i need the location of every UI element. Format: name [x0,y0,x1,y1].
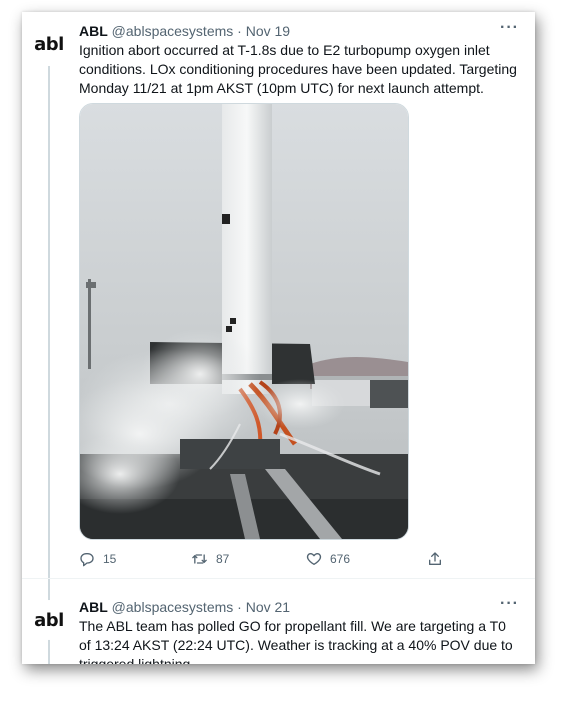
rocket-launch-photo [80,104,408,539]
retweet-icon [191,551,208,567]
share-icon [427,551,443,567]
header-separator: · [237,23,242,39]
author-handle[interactable]: @ablspacesystems [112,599,234,615]
tweet-date[interactable]: Nov 21 [246,599,290,615]
tweet-date[interactable]: Nov 19 [246,23,290,39]
tweet-text: Ignition abort occurred at T-1.8s due to… [79,42,517,96]
tweet-media-image[interactable] [79,103,409,540]
tweet-header: ABL @ablspacesystems · Nov 21 [79,599,290,615]
share-button[interactable] [427,548,443,570]
more-options-button[interactable]: ··· [500,19,519,37]
retweet-button[interactable]: 87 [191,548,229,570]
avatar-logo-text: abl [34,609,64,631]
reply-button[interactable]: 15 [79,548,116,570]
avatar[interactable]: abl [29,24,69,64]
tweet-thread-card: abl ABL @ablspacesystems · Nov 19 ··· Ig… [22,12,535,664]
tweet-text: The ABL team has polled GO for propellan… [79,618,513,664]
tweet[interactable]: abl ABL @ablspacesystems · Nov 19 ··· Ig… [22,12,535,578]
reply-icon [79,551,95,567]
reply-count: 15 [103,552,117,566]
author-name[interactable]: ABL [79,23,108,39]
header-separator: · [237,599,242,615]
tweet-header: ABL @ablspacesystems · Nov 19 [79,23,290,39]
tweet-actions: 15 87 676 [79,548,459,570]
like-icon [306,551,322,567]
avatar[interactable]: abl [29,600,69,640]
more-options-button[interactable]: ··· [500,595,519,613]
tweet[interactable]: abl ABL @ablspacesystems · Nov 21 ··· Th… [22,578,535,664]
retweet-count: 87 [216,552,230,566]
author-name[interactable]: ABL [79,599,108,615]
like-count: 676 [330,552,351,566]
avatar-logo-text: abl [34,33,64,55]
like-button[interactable]: 676 [306,548,350,570]
author-handle[interactable]: @ablspacesystems [112,23,234,39]
